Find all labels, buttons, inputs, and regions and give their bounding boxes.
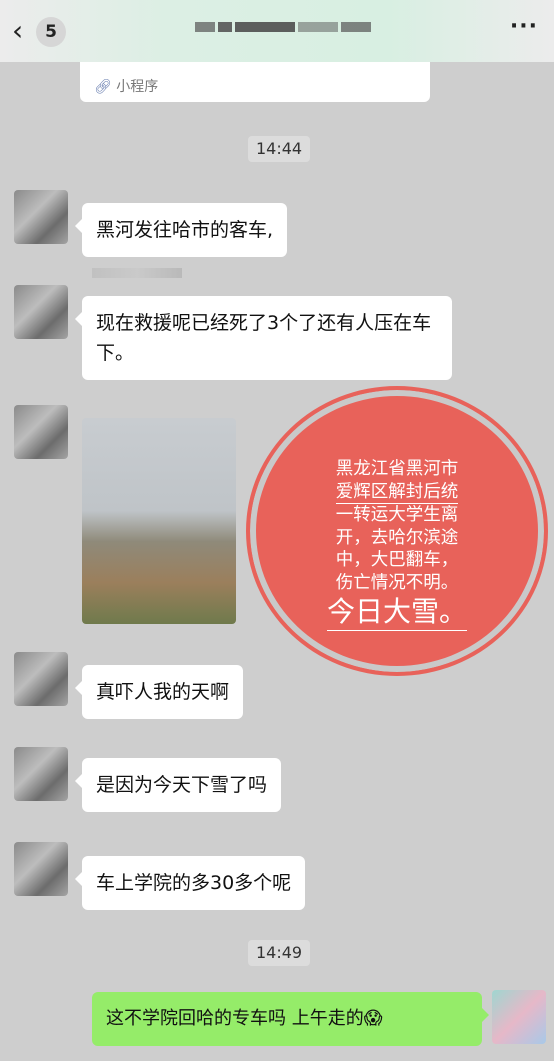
message-bubble[interactable]: 车上学院的多30多个呢 bbox=[74, 856, 306, 910]
chat-title-blurred bbox=[195, 22, 405, 42]
unread-count-badge[interactable]: 5 bbox=[36, 17, 66, 47]
accident-photo[interactable] bbox=[82, 418, 236, 624]
overlay-line: 中，大巴翻车， bbox=[335, 550, 459, 570]
overlay-line: 一转运大学生离 bbox=[335, 505, 459, 525]
avatar[interactable] bbox=[14, 405, 68, 459]
more-options-icon[interactable]: ··· bbox=[510, 14, 538, 39]
overlay-text: 黑龙江省黑河市 爱辉区解封后统 一转运大学生离 开，去哈尔滨途 中，大巴翻车， … bbox=[312, 458, 482, 631]
back-chevron-icon[interactable]: ‹ bbox=[12, 14, 23, 47]
message-bubble[interactable]: 真吓人我的天啊 bbox=[74, 665, 244, 719]
overlay-line: 开，去哈尔滨途 bbox=[335, 527, 459, 548]
avatar[interactable] bbox=[14, 747, 68, 801]
mini-program-icon: 🔗︎ bbox=[94, 79, 112, 95]
message-bubble[interactable]: 黑河发往哈市的客车, bbox=[74, 203, 288, 257]
overlay-line: 爱辉区解封后统 bbox=[335, 481, 459, 504]
avatar[interactable] bbox=[14, 652, 68, 706]
avatar[interactable] bbox=[14, 285, 68, 339]
timestamp: 14:49 bbox=[248, 940, 311, 966]
sender-name-blurred bbox=[92, 268, 182, 278]
own-avatar[interactable] bbox=[492, 990, 546, 1044]
overlay-line: 伤亡情况不明。 bbox=[335, 572, 459, 593]
message-bubble[interactable]: 是因为今天下雪了吗 bbox=[74, 758, 282, 812]
chat-header: ‹ 5 ··· bbox=[0, 0, 554, 62]
mini-program-label: 小程序 bbox=[116, 79, 159, 95]
overlay-emphasis: 今日大雪。 bbox=[326, 594, 467, 631]
avatar[interactable] bbox=[14, 190, 68, 244]
own-message-bubble[interactable]: 这不学院回哈的专车吗 上午走的😱 bbox=[92, 992, 489, 1046]
mini-program-card[interactable]: 🔗︎ 小程序 bbox=[80, 62, 430, 102]
timestamp: 14:44 bbox=[248, 136, 311, 162]
overlay-line: 黑龙江省黑河市 bbox=[335, 459, 459, 479]
message-bubble[interactable]: 现在救援呢已经死了3个了还有人压在车下。 bbox=[75, 296, 452, 380]
avatar[interactable] bbox=[14, 842, 68, 896]
